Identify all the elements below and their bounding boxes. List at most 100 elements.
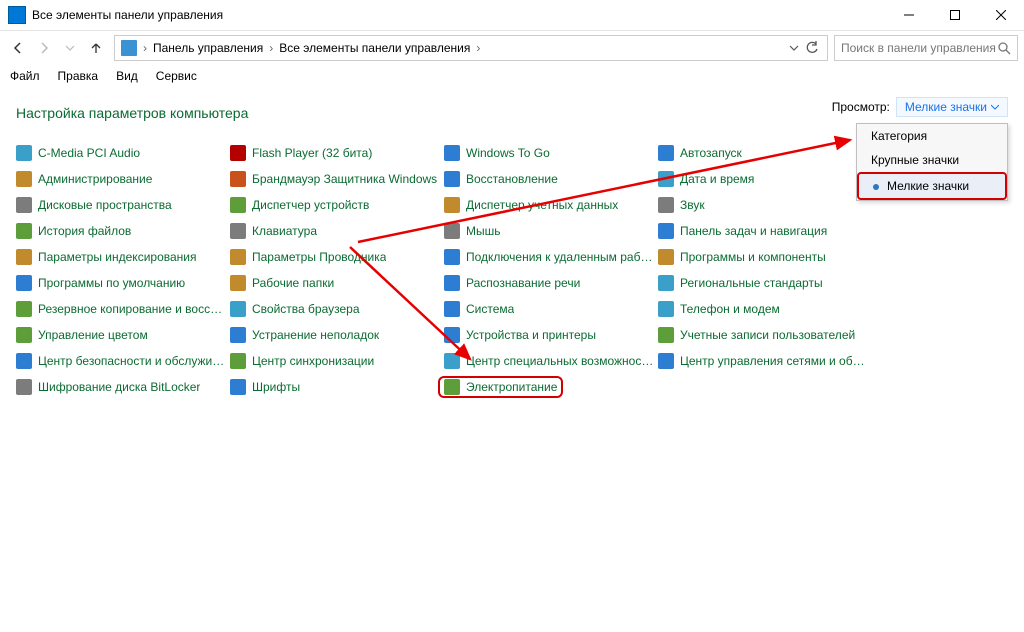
chevron-right-icon[interactable]: › [267,41,275,55]
up-button[interactable] [84,36,108,60]
cp-item-label[interactable]: Центр синхронизации [252,354,374,368]
cp-item-c25[interactable]: Резервное копирование и восстан... [16,299,226,319]
cp-item-c30[interactable]: Устранение неполадок [230,325,440,345]
cp-item-c17[interactable]: Параметры индексирования [16,247,226,267]
cp-item-label[interactable]: Телефон и модем [680,302,780,316]
cp-item-label[interactable]: Учетные записи пользователей [680,328,855,342]
breadcrumb-root[interactable]: Панель управления [149,41,267,55]
cp-item-c12[interactable]: Звук [658,195,868,215]
close-button[interactable] [978,0,1024,30]
cp-item-c8[interactable]: Дата и время [658,169,868,189]
cp-item-label[interactable]: Восстановление [466,172,558,186]
cp-item-c33[interactable]: Центр безопасности и обслуживан... [16,351,226,371]
cp-item-c31[interactable]: Устройства и принтеры [444,325,654,345]
dropdown-item-large[interactable]: Крупные значки [857,148,1007,172]
cp-item-label[interactable]: Система [466,302,514,316]
dropdown-item-small[interactable]: Мелкие значки [857,172,1007,200]
cp-item-c6[interactable]: Брандмауэр Защитника Windows [230,169,440,189]
forward-button[interactable] [32,36,56,60]
cp-item-label[interactable]: Шрифты [252,380,300,394]
cp-item-label[interactable]: Программы и компоненты [680,250,826,264]
cp-item-c19[interactable]: Подключения к удаленным рабоч... [444,247,654,267]
menu-view[interactable]: Вид [116,69,138,83]
cp-item-label[interactable]: Диспетчер устройств [252,198,369,212]
cp-item-c11[interactable]: Диспетчер учетных данных [444,195,654,215]
cp-item-c34[interactable]: Центр синхронизации [230,351,440,371]
cp-item-label[interactable]: Устранение неполадок [252,328,379,342]
cp-item-label[interactable]: Электропитание [466,380,557,394]
cp-item-c4[interactable]: Автозапуск [658,143,868,163]
view-mode-dropdown[interactable]: Мелкие значки [896,97,1008,117]
cp-item-label[interactable]: Центр специальных возможностей [466,354,654,368]
cp-item-label[interactable]: Управление цветом [38,328,148,342]
cp-item-label[interactable]: Мышь [466,224,501,238]
cp-item-c14[interactable]: Клавиатура [230,221,440,241]
cp-item-label[interactable]: Автозапуск [680,146,742,160]
search-input[interactable]: Поиск в панели управления [834,35,1018,61]
cp-item-label[interactable]: Резервное копирование и восстан... [38,302,226,316]
chevron-right-icon[interactable]: › [141,41,149,55]
minimize-button[interactable] [886,0,932,30]
breadcrumb-current[interactable]: Все элементы панели управления [275,41,474,55]
back-button[interactable] [6,36,30,60]
cp-item-label[interactable]: Центр управления сетями и общи... [680,354,868,368]
menu-service[interactable]: Сервис [156,69,197,83]
cp-item-label[interactable]: Клавиатура [252,224,317,238]
cp-item-c29[interactable]: Управление цветом [16,325,226,345]
cp-item-label[interactable]: Подключения к удаленным рабоч... [466,250,654,264]
chevron-right-icon[interactable]: › [474,41,482,55]
address-bar[interactable]: › Панель управления › Все элементы панел… [114,35,828,61]
cp-item-c1[interactable]: C-Media PCI Audio [16,143,226,163]
cp-item-label[interactable]: Распознавание речи [466,276,580,290]
cp-item-c35[interactable]: Центр специальных возможностей [444,351,654,371]
cp-item-label[interactable]: Дисковые пространства [38,198,172,212]
search-icon[interactable] [998,42,1011,55]
cp-item-c10[interactable]: Диспетчер устройств [230,195,440,215]
cp-item-label[interactable]: Региональные стандарты [680,276,823,290]
cp-item-c38[interactable]: Шрифты [230,377,440,397]
cp-item-label[interactable]: Звук [680,198,705,212]
cp-item-label[interactable]: Дата и время [680,172,754,186]
menu-file[interactable]: Файл [10,69,40,83]
cp-item-c23[interactable]: Распознавание речи [444,273,654,293]
cp-item-label[interactable]: C-Media PCI Audio [38,146,140,160]
cp-item-label[interactable]: Администрирование [38,172,152,186]
cp-item-c2[interactable]: Flash Player (32 бита) [230,143,440,163]
cp-item-c37[interactable]: Шифрование диска BitLocker [16,377,226,397]
cp-item-label[interactable]: Устройства и принтеры [466,328,596,342]
cp-item-c7[interactable]: Восстановление [444,169,654,189]
cp-item-c9[interactable]: Дисковые пространства [16,195,226,215]
cp-item-c20[interactable]: Программы и компоненты [658,247,868,267]
cp-item-c21[interactable]: Программы по умолчанию [16,273,226,293]
dropdown-item-category[interactable]: Категория [857,124,1007,148]
cp-item-label[interactable]: Панель задач и навигация [680,224,827,238]
cp-item-label[interactable]: Параметры Проводника [252,250,386,264]
chevron-down-icon[interactable] [789,43,799,53]
cp-item-c32[interactable]: Учетные записи пользователей [658,325,868,345]
cp-item-c18[interactable]: Параметры Проводника [230,247,440,267]
cp-item-c5[interactable]: Администрирование [16,169,226,189]
cp-item-label[interactable]: Рабочие папки [252,276,334,290]
menu-edit[interactable]: Правка [58,69,99,83]
cp-item-c26[interactable]: Свойства браузера [230,299,440,319]
cp-item-c39[interactable]: Электропитание [444,377,654,397]
cp-item-label[interactable]: Брандмауэр Защитника Windows [252,172,437,186]
cp-item-c3[interactable]: Windows To Go [444,143,654,163]
cp-item-label[interactable]: Свойства браузера [252,302,360,316]
cp-item-c16[interactable]: Панель задач и навигация [658,221,868,241]
cp-item-c28[interactable]: Телефон и модем [658,299,868,319]
cp-item-label[interactable]: Программы по умолчанию [38,276,185,290]
cp-item-c15[interactable]: Мышь [444,221,654,241]
cp-item-label[interactable]: Flash Player (32 бита) [252,146,372,160]
cp-item-label[interactable]: История файлов [38,224,131,238]
cp-item-label[interactable]: Центр безопасности и обслуживан... [38,354,226,368]
cp-item-label[interactable]: Windows To Go [466,146,550,160]
cp-item-c27[interactable]: Система [444,299,654,319]
recent-dropdown[interactable] [58,36,82,60]
cp-item-label[interactable]: Параметры индексирования [38,250,196,264]
cp-item-c13[interactable]: История файлов [16,221,226,241]
maximize-button[interactable] [932,0,978,30]
cp-item-c36[interactable]: Центр управления сетями и общи... [658,351,868,371]
refresh-icon[interactable] [805,41,819,55]
cp-item-label[interactable]: Шифрование диска BitLocker [38,380,200,394]
